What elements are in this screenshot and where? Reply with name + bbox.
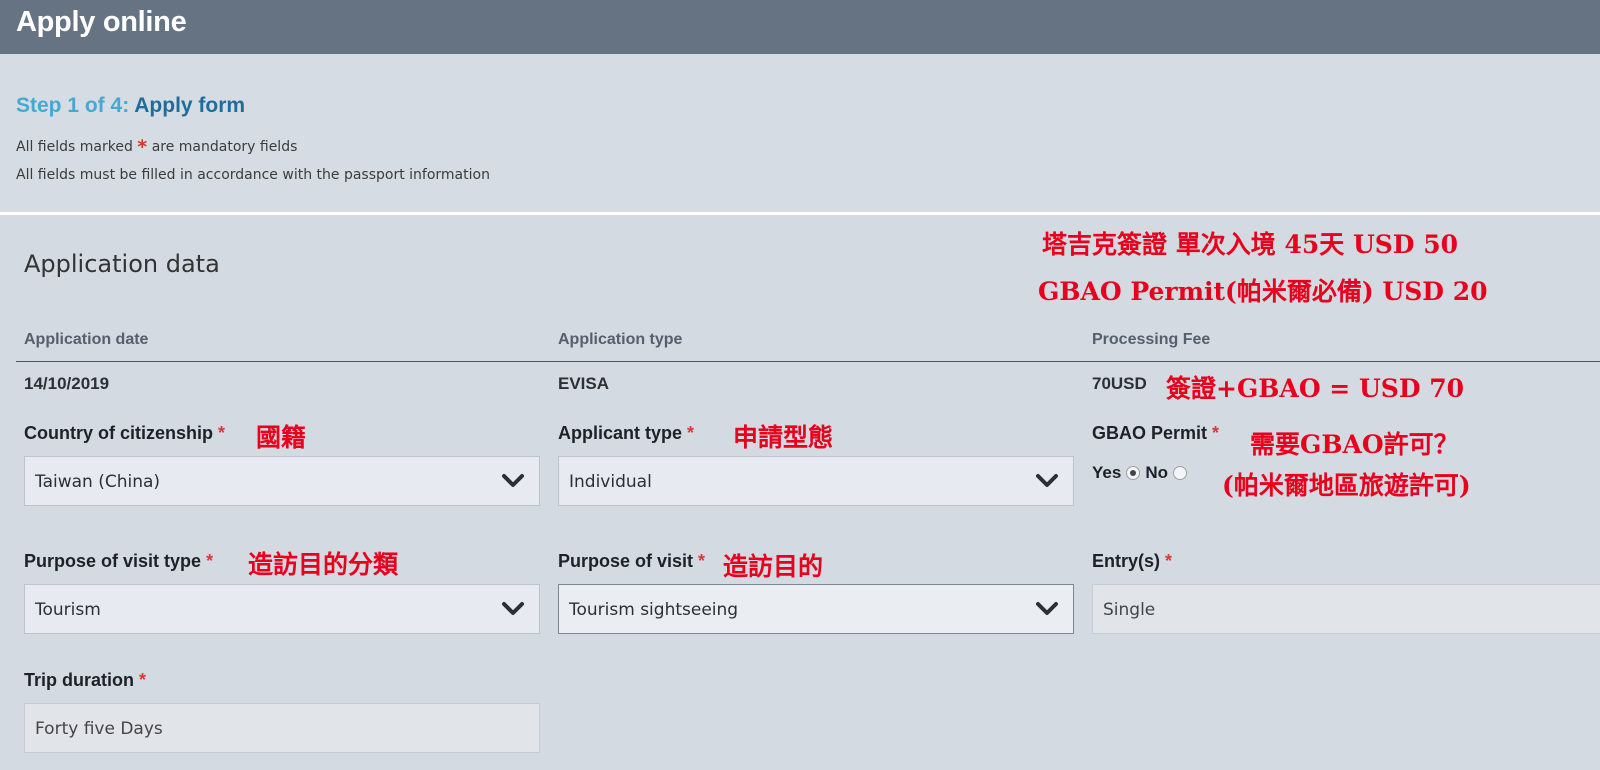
section-title: Application data: [24, 250, 220, 278]
passport-note: All fields must be filled in accordance …: [16, 167, 490, 183]
annotation-visa-price: 50: [1423, 230, 1459, 259]
required-mark: *: [139, 670, 147, 690]
country-label: Country of citizenship *: [24, 423, 225, 444]
intro-panel: Step 1 of 4: Apply form All fields marke…: [0, 54, 1600, 212]
annotation-gbao-need-sub: (帕米爾地區旅遊許可): [1222, 471, 1471, 500]
annotation-purpose-type: 造訪目的分類: [248, 550, 399, 579]
trip-duration-field: Forty five Days: [24, 703, 540, 753]
application-date-label: Application date: [24, 331, 149, 348]
chevron-down-icon: [1036, 474, 1058, 487]
application-type-value: EVISA: [558, 374, 610, 393]
applicant-type-label: Applicant type *: [558, 423, 694, 444]
annotation-gbao-line: GBAO Permit(帕米爾必備) USD 20: [1038, 272, 1487, 308]
country-label-text: Country of citizenship: [24, 423, 213, 443]
purpose-select-value: Tourism sightseeing: [569, 600, 739, 620]
chevron-down-icon: [1036, 602, 1058, 615]
annotation-visa-text: 塔吉克簽證 單次入境: [1042, 230, 1276, 259]
required-mark: *: [687, 423, 695, 443]
country-select[interactable]: Taiwan (China): [24, 456, 540, 506]
trip-duration-label: Trip duration *: [24, 670, 146, 691]
country-select-value: Taiwan (China): [35, 472, 161, 492]
required-mark: *: [1212, 423, 1220, 443]
annotation-visa-line: 塔吉克簽證 單次入境 45天 USD 50: [1042, 225, 1458, 261]
required-mark: *: [698, 551, 706, 571]
required-star-icon: *: [137, 136, 148, 158]
step-title: Apply form: [134, 94, 246, 117]
gbao-permit-label: GBAO Permit *: [1092, 423, 1219, 444]
entries-field: Single: [1092, 584, 1600, 634]
trip-duration-label-text: Trip duration: [24, 670, 134, 690]
applicant-type-label-text: Applicant type: [558, 423, 683, 443]
purpose-type-select-value: Tourism: [35, 600, 101, 620]
annotation-purpose: 造訪目的: [723, 552, 824, 581]
mandatory-note: All fields marked * are mandatory fields: [16, 136, 297, 158]
purpose-label-text: Purpose of visit: [558, 551, 694, 571]
annotation-visa-days: 45天: [1284, 230, 1345, 259]
step-indicator: Step 1 of 4: Apply form: [16, 94, 245, 118]
gbao-no-label: No: [1145, 463, 1168, 482]
purpose-type-label-text: Purpose of visit type: [24, 551, 202, 571]
summary-divider: [16, 361, 1600, 362]
annotation-fee-sum: 簽證+GBAO = USD 70: [1166, 374, 1464, 403]
chevron-down-icon: [502, 602, 524, 615]
page-title: Apply online: [16, 6, 187, 38]
gbao-permit-radio-group: Yes No: [1092, 463, 1187, 483]
purpose-label: Purpose of visit *: [558, 551, 705, 572]
step-number: Step 1 of 4:: [16, 94, 130, 117]
gbao-yes-label: Yes: [1092, 463, 1122, 482]
purpose-type-label: Purpose of visit type *: [24, 551, 213, 572]
entries-label: Entry(s) *: [1092, 551, 1172, 572]
annotation-gbao-need: 需要GBAO許可？: [1250, 430, 1459, 459]
section-divider: [0, 212, 1600, 215]
gbao-permit-label-text: GBAO Permit: [1092, 423, 1208, 443]
required-mark: *: [218, 423, 226, 443]
application-type-label: Application type: [558, 331, 683, 348]
chevron-down-icon: [502, 474, 524, 487]
annotation-gbao-text: GBAO Permit(帕米爾必備) USD: [1038, 277, 1444, 306]
entries-label-text: Entry(s): [1092, 551, 1161, 571]
annotation-gbao-price: 20: [1452, 277, 1488, 306]
trip-duration-value: Forty five Days: [35, 719, 163, 739]
applicant-type-select[interactable]: Individual: [558, 456, 1074, 506]
entries-value: Single: [1103, 600, 1156, 620]
mandatory-note-text: All fields marked: [16, 139, 133, 155]
purpose-type-select[interactable]: Tourism: [24, 584, 540, 634]
required-mark: *: [1165, 551, 1173, 571]
purpose-select[interactable]: Tourism sightseeing: [558, 584, 1074, 634]
applicant-type-select-value: Individual: [569, 472, 652, 492]
gbao-no-radio[interactable]: [1172, 466, 1187, 480]
processing-fee-label: Processing Fee: [1092, 331, 1211, 348]
required-mark: *: [206, 551, 214, 571]
annotation-applicant-type: 申請型態: [733, 423, 834, 452]
processing-fee-value: 70USD: [1092, 374, 1147, 393]
annotation-citizenship: 國籍: [256, 423, 307, 452]
page-header: Apply online: [0, 0, 1600, 54]
annotation-visa-usd: USD: [1352, 230, 1415, 259]
gbao-yes-radio[interactable]: [1126, 466, 1141, 480]
application-date-value: 14/10/2019: [24, 374, 110, 393]
mandatory-note-text-end: are mandatory fields: [151, 139, 298, 155]
